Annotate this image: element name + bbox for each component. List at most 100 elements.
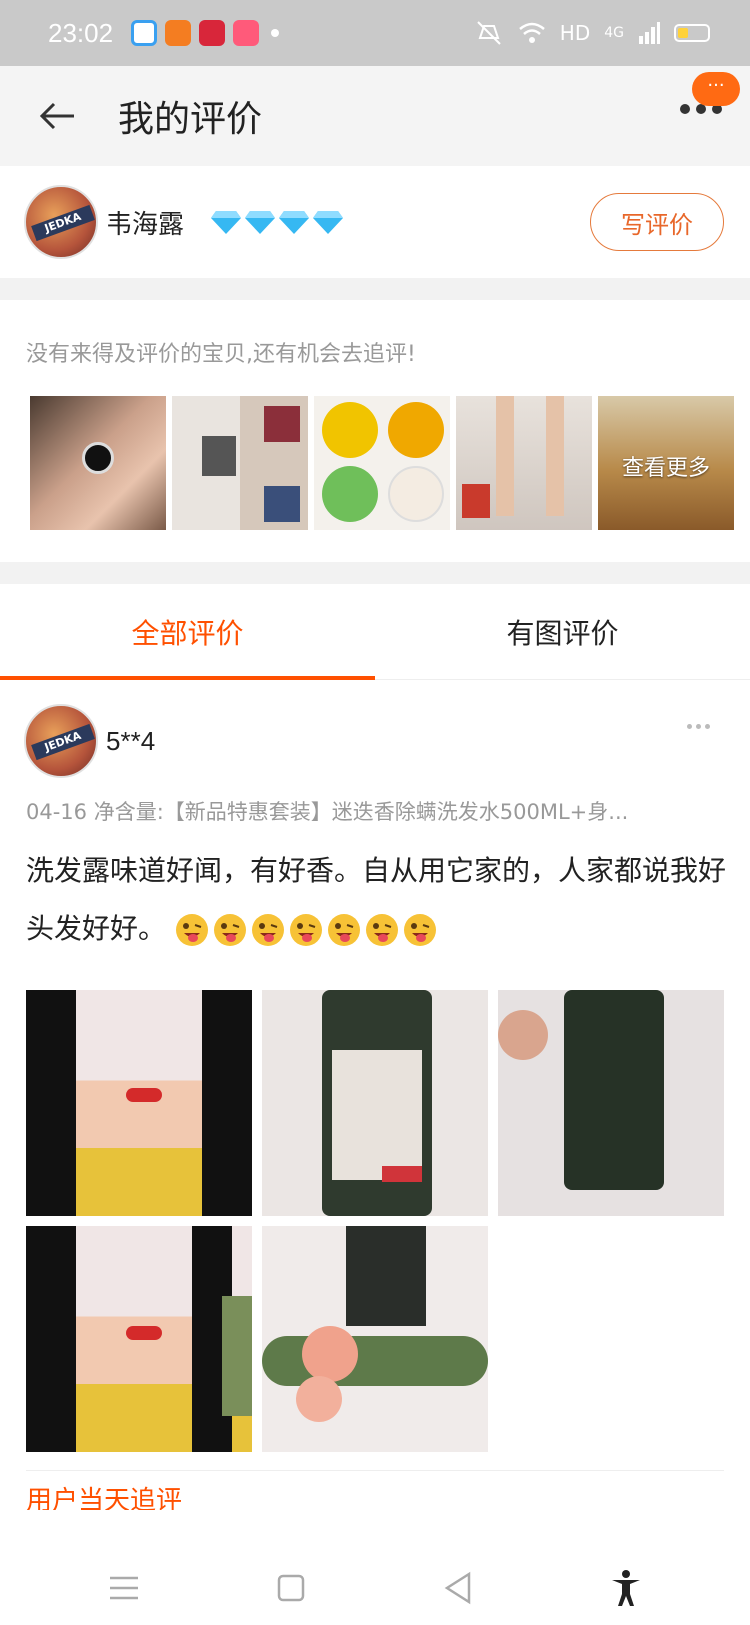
status-indicators: HD 4G [474,20,710,46]
hair-shape [26,990,76,1216]
hd-indicator: HD [559,21,591,45]
back-triangle-icon[interactable] [439,1568,479,1608]
skirt-figure [264,406,300,442]
stockings-product-image[interactable] [456,396,592,530]
signal-icon [639,22,660,44]
bear-app-icon [233,20,260,46]
flower-shape [222,1296,252,1416]
tongue-emoji-icon [403,914,436,946]
skirt-figure [202,436,236,476]
message-badge[interactable]: ··· [692,72,740,106]
user-name: 韦海露 [106,209,185,240]
tongue-emoji-icon [251,914,284,946]
baby-face [388,402,444,458]
member-level-badge [210,209,344,235]
review-more-button[interactable] [687,724,710,729]
baby-face [388,466,444,522]
baby-face [322,402,378,458]
review-meta: 04-16 净含量:【新品特惠套装】迷迭香除螨洗发水500ML+身... [26,800,629,824]
status-time: 23:02 [48,17,114,48]
system-nav-bar [0,1550,750,1625]
dot-icon [687,724,692,729]
tongue-emoji-icon [213,914,246,946]
pending-reviews-section: 没有来得及评价的宝贝,还有机会去追评! 查看更多 [0,300,750,562]
menu-icon[interactable] [104,1568,144,1608]
heart-app-icon [199,20,226,46]
shampoo-bottle-photo[interactable] [262,990,488,1216]
hair-shape [26,1226,76,1452]
status-bar: 23:02 HD 4G [0,0,750,66]
bottle-with-flower-photo[interactable] [262,1226,488,1452]
tongue-emoji-icon [327,914,360,946]
notification-dot-icon [271,29,280,37]
divider [26,1470,724,1471]
arrow-left-icon [39,102,74,130]
diamond-icon [245,211,276,234]
leaves-shape [262,1336,488,1386]
baby-hat-product-image[interactable] [314,396,450,530]
browser-app-icon [131,20,158,46]
tongue-emoji-icon [289,914,322,946]
baby-face [322,466,378,522]
pending-thumbnails: 查看更多 [30,396,734,530]
rose-shape [296,1376,342,1422]
mute-icon [477,21,501,45]
ring-icon [82,442,114,474]
bottle-label [332,1050,422,1180]
diamond-icon [211,211,242,234]
thumb-shape [498,1010,548,1060]
diamond-icon [279,211,310,234]
tongue-emoji-icon [365,914,398,946]
leg-figure [546,396,564,516]
dot-icon [705,724,710,729]
back-button[interactable] [38,96,78,136]
tab-photo-reviews[interactable]: 有图评价 [375,584,750,679]
food-product-image[interactable]: 查看更多 [598,396,734,530]
lips-shape [126,1088,162,1102]
home-icon[interactable] [271,1568,311,1608]
bottle-back-photo[interactable] [498,990,724,1216]
skirt-product-image[interactable] [172,396,308,530]
network-indicator: 4G [604,25,624,41]
dot-icon [696,724,701,729]
accessibility-icon[interactable] [606,1568,646,1608]
view-more-link[interactable]: 查看更多 [598,450,734,482]
review-text-block: 洗发露味道好闻，有好香。自从用它家的，人家都说我好头发好好。 [26,842,726,958]
skirt-figure [264,486,300,522]
pending-hint: 没有来得及评价的宝贝,还有机会去追评! [26,342,416,367]
squirrel-app-icon [165,20,192,46]
follow-up-label: 用户当天追评 [26,1486,183,1510]
review-header: JEDKA 5**4 [0,704,155,778]
reviewer-avatar[interactable]: JEDKA [24,704,98,778]
leg-figure [462,484,490,518]
bottle-shape [346,1226,426,1326]
wifi-icon [518,22,545,43]
bottle-tag [382,1166,422,1182]
diamond-icon [313,211,344,234]
review-card: JEDKA 5**4 04-16 净含量:【新品特惠套装】迷迭香除螨洗发水500… [0,680,750,1560]
avatar-logo: JEDKA [31,723,95,761]
battery-icon [674,24,710,42]
leg-figure [496,396,514,516]
tongue-emoji-icon [175,914,208,946]
header-bar: 我的评价 ··· [0,66,750,166]
status-app-icons [131,20,280,46]
avatar-logo: JEDKA [31,204,95,242]
selfie-photo[interactable] [26,1226,252,1452]
user-card: JEDKA 韦海露 写评价 [0,166,750,278]
reviewer-name: 5**4 [106,725,156,756]
bottle-shape [564,990,664,1190]
dot-icon [680,104,690,114]
page-title: 我的评价 [118,99,263,140]
review-photos [26,990,724,1452]
avatar[interactable]: JEDKA [24,185,98,259]
tab-all-reviews[interactable]: 全部评价 [0,584,375,680]
selfie-photo[interactable] [26,990,252,1216]
emoji-row [175,912,441,946]
lips-shape [126,1326,162,1340]
hair-shape [202,990,252,1216]
ring-product-image[interactable] [30,396,166,530]
rose-shape [302,1326,358,1382]
review-tabs: 全部评价 有图评价 [0,584,750,680]
write-review-button[interactable]: 写评价 [590,193,724,251]
